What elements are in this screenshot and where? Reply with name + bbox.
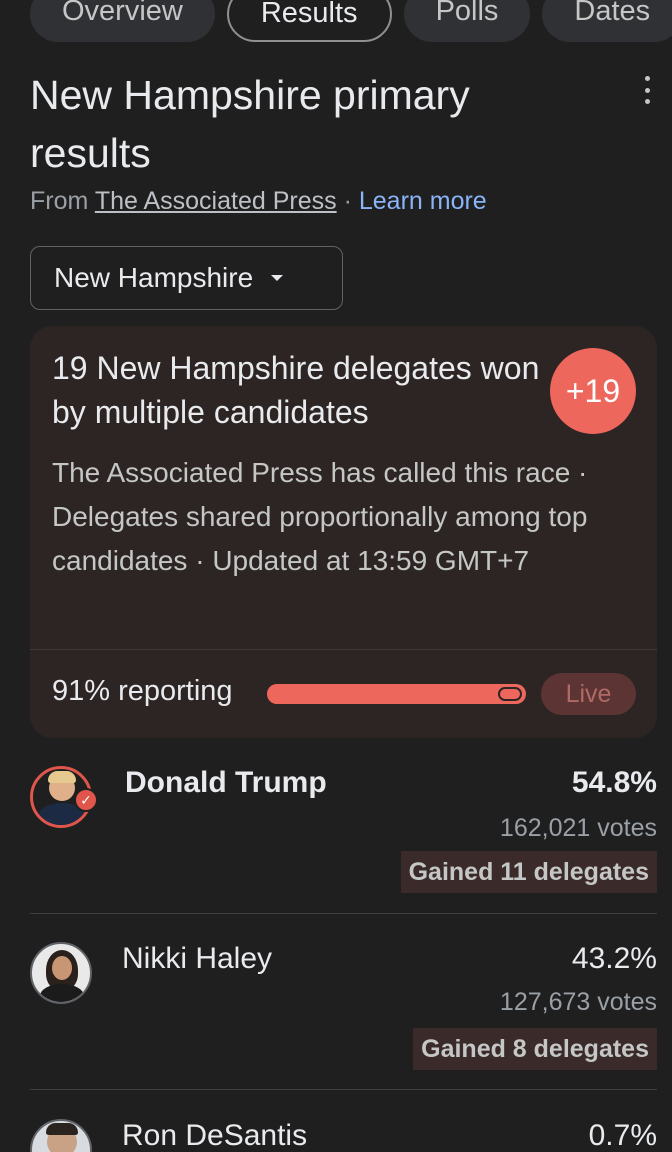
summary-headline: 19 New Hampshire delegates won by multip… — [52, 350, 540, 430]
source-separator: · — [343, 187, 352, 215]
card-divider — [30, 649, 657, 650]
reporting-progress-fill — [267, 684, 503, 704]
page-title: New Hampshire primary results — [30, 72, 470, 176]
avatar — [30, 942, 92, 1004]
candidate-votes: 162,021 votes — [499, 814, 657, 842]
winner-check-icon: ✓ — [74, 788, 98, 812]
candidate-name: Ron DeSantis — [122, 1119, 308, 1152]
reporting-progress-bar — [267, 684, 526, 704]
delegates-gained: Gained 8 delegates — [413, 1028, 657, 1070]
delegates-badge: +19 — [550, 348, 636, 434]
learn-more-link[interactable]: Learn more — [359, 187, 487, 215]
reporting-label: 91% reporting — [52, 675, 233, 707]
candidate-percent: 54.8% — [571, 766, 657, 799]
race-summary-card: 19 New Hampshire delegates won by multip… — [30, 326, 657, 738]
tab-polls[interactable]: Polls — [403, 0, 531, 42]
candidate-percent: 0.7% — [588, 1119, 657, 1152]
candidate-name: Donald Trump — [125, 766, 327, 799]
delegates-gained: Gained 11 delegates — [400, 851, 657, 893]
row-divider — [30, 1089, 657, 1090]
source-line: From The Associated Press · Learn more — [30, 187, 487, 216]
row-divider — [30, 913, 657, 914]
avatar — [30, 1119, 92, 1152]
reporting-progress-end — [498, 687, 522, 701]
caret-down-icon — [271, 275, 284, 281]
more-vert-icon[interactable] — [636, 76, 658, 104]
election-results-page: Overview Results Polls Dates New Hampshi… — [0, 0, 672, 1152]
candidate-name: Nikki Haley — [122, 942, 273, 975]
summary-description: The Associated Press has called this rac… — [52, 457, 588, 576]
tab-bar: Overview Results Polls Dates — [30, 0, 672, 42]
source-link[interactable]: The Associated Press — [95, 187, 337, 215]
region-dropdown[interactable]: New Hampshire — [30, 246, 343, 310]
candidate-votes: 127,673 votes — [499, 988, 657, 1016]
source-prefix: From — [30, 187, 89, 215]
live-badge: Live — [541, 673, 636, 715]
region-dropdown-value: New Hampshire — [54, 262, 254, 293]
tab-dates[interactable]: Dates — [542, 0, 672, 42]
candidate-percent: 43.2% — [571, 942, 657, 975]
tab-results[interactable]: Results — [226, 0, 392, 42]
tab-overview[interactable]: Overview — [30, 0, 215, 42]
